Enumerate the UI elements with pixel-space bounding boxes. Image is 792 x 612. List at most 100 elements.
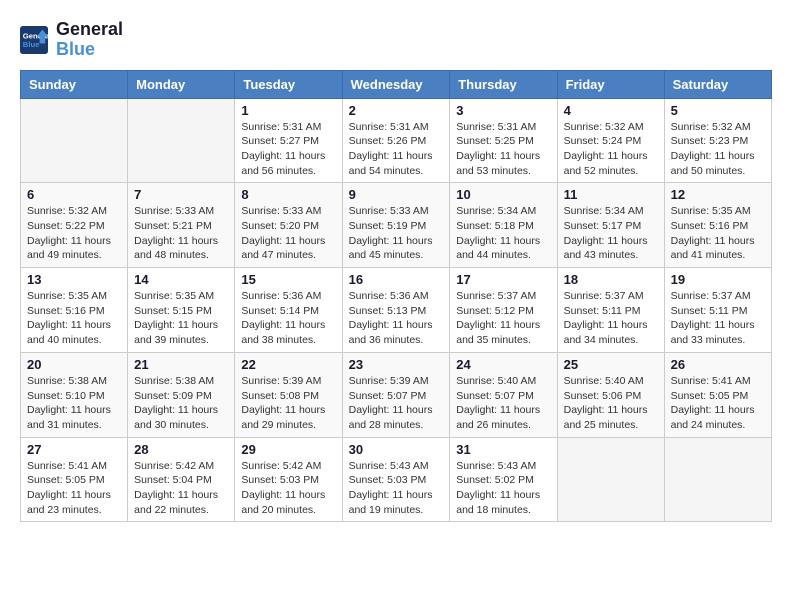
day-number: 19 <box>671 272 765 287</box>
calendar-cell: 22 Sunrise: 5:39 AMSunset: 5:08 PMDayligh… <box>235 352 342 437</box>
calendar-cell: 12 Sunrise: 5:35 AMSunset: 5:16 PMDayligh… <box>664 183 771 268</box>
day-info: Sunrise: 5:31 AMSunset: 5:25 PMDaylight:… <box>456 120 550 179</box>
calendar-cell <box>557 437 664 522</box>
calendar-cell: 6Sunrise: 5:32 AMSunset: 5:22 PMDaylight… <box>21 183 128 268</box>
day-info: Sunrise: 5:31 AMSunset: 5:27 PMDaylight:… <box>241 120 335 179</box>
calendar-cell: 30 Sunrise: 5:43 AMSunset: 5:03 PMDayligh… <box>342 437 450 522</box>
day-number: 20 <box>27 357 121 372</box>
weekday-header-monday: Monday <box>128 70 235 98</box>
page-header: General Blue General Blue <box>20 20 772 60</box>
calendar-cell <box>128 98 235 183</box>
calendar-cell: 3 Sunrise: 5:31 AMSunset: 5:25 PMDaylight… <box>450 98 557 183</box>
day-number: 7 <box>134 187 228 202</box>
calendar-cell <box>21 98 128 183</box>
day-number: 22 <box>241 357 335 372</box>
day-number: 4 <box>564 103 658 118</box>
day-info: Sunrise: 5:32 AMSunset: 5:23 PMDaylight:… <box>671 120 765 179</box>
day-number: 17 <box>456 272 550 287</box>
day-number: 12 <box>671 187 765 202</box>
calendar-cell: 1 Sunrise: 5:31 AMSunset: 5:27 PMDaylight… <box>235 98 342 183</box>
day-info: Sunrise: 5:37 AMSunset: 5:12 PMDaylight:… <box>456 289 550 348</box>
day-info: Sunrise: 5:33 AMSunset: 5:20 PMDaylight:… <box>241 204 335 263</box>
weekday-header-thursday: Thursday <box>450 70 557 98</box>
day-number: 3 <box>456 103 550 118</box>
logo-icon: General Blue <box>20 26 48 54</box>
day-info: Sunrise: 5:43 AMSunset: 5:03 PMDaylight:… <box>349 459 444 518</box>
day-number: 1 <box>241 103 335 118</box>
calendar-cell: 14Sunrise: 5:35 AMSunset: 5:15 PMDayligh… <box>128 268 235 353</box>
svg-text:Blue: Blue <box>23 40 40 49</box>
day-number: 28 <box>134 442 228 457</box>
calendar-week-4: 20 Sunrise: 5:38 AMSunset: 5:10 PMDayligh… <box>21 352 772 437</box>
calendar-header-row: SundayMondayTuesdayWednesdayThursdayFrid… <box>21 70 772 98</box>
day-number: 10 <box>456 187 550 202</box>
day-info: Sunrise: 5:38 AMSunset: 5:10 PMDaylight:… <box>27 374 121 433</box>
calendar-cell: 13Sunrise: 5:35 AMSunset: 5:16 PMDayligh… <box>21 268 128 353</box>
day-info: Sunrise: 5:33 AMSunset: 5:21 PMDaylight:… <box>134 204 228 263</box>
day-number: 16 <box>349 272 444 287</box>
day-number: 11 <box>564 187 658 202</box>
day-number: 13 <box>27 272 121 287</box>
calendar-cell: 20 Sunrise: 5:38 AMSunset: 5:10 PMDayligh… <box>21 352 128 437</box>
weekday-header-wednesday: Wednesday <box>342 70 450 98</box>
day-number: 8 <box>241 187 335 202</box>
day-number: 29 <box>241 442 335 457</box>
day-info: Sunrise: 5:37 AMSunset: 5:11 PMDaylight:… <box>671 289 765 348</box>
day-info: Sunrise: 5:38 AMSunset: 5:09 PMDaylight:… <box>134 374 228 433</box>
day-info: Sunrise: 5:39 AMSunset: 5:08 PMDaylight:… <box>241 374 335 433</box>
calendar-cell <box>664 437 771 522</box>
day-info: Sunrise: 5:33 AMSunset: 5:19 PMDaylight:… <box>349 204 444 263</box>
day-info: Sunrise: 5:35 AMSunset: 5:15 PMDaylight:… <box>134 289 228 348</box>
day-info: Sunrise: 5:42 AMSunset: 5:03 PMDaylight:… <box>241 459 335 518</box>
calendar-cell: 17 Sunrise: 5:37 AMSunset: 5:12 PMDayligh… <box>450 268 557 353</box>
day-info: Sunrise: 5:34 AMSunset: 5:18 PMDaylight:… <box>456 204 550 263</box>
calendar-table: SundayMondayTuesdayWednesdayThursdayFrid… <box>20 70 772 523</box>
day-info: Sunrise: 5:35 AMSunset: 5:16 PMDaylight:… <box>671 204 765 263</box>
day-info: Sunrise: 5:40 AMSunset: 5:06 PMDaylight:… <box>564 374 658 433</box>
day-number: 15 <box>241 272 335 287</box>
day-number: 6 <box>27 187 121 202</box>
day-info: Sunrise: 5:42 AMSunset: 5:04 PMDaylight:… <box>134 459 228 518</box>
weekday-header-tuesday: Tuesday <box>235 70 342 98</box>
day-number: 9 <box>349 187 444 202</box>
day-number: 21 <box>134 357 228 372</box>
calendar-cell: 31Sunrise: 5:43 AMSunset: 5:02 PMDayligh… <box>450 437 557 522</box>
day-number: 26 <box>671 357 765 372</box>
calendar-week-3: 13Sunrise: 5:35 AMSunset: 5:16 PMDayligh… <box>21 268 772 353</box>
day-number: 27 <box>27 442 121 457</box>
day-info: Sunrise: 5:31 AMSunset: 5:26 PMDaylight:… <box>349 120 444 179</box>
calendar-cell: 2Sunrise: 5:31 AMSunset: 5:26 PMDaylight… <box>342 98 450 183</box>
calendar-cell: 23Sunrise: 5:39 AMSunset: 5:07 PMDayligh… <box>342 352 450 437</box>
day-info: Sunrise: 5:34 AMSunset: 5:17 PMDaylight:… <box>564 204 658 263</box>
calendar-cell: 8 Sunrise: 5:33 AMSunset: 5:20 PMDaylight… <box>235 183 342 268</box>
logo: General Blue General Blue <box>20 20 123 60</box>
calendar-week-1: 1 Sunrise: 5:31 AMSunset: 5:27 PMDaylight… <box>21 98 772 183</box>
day-info: Sunrise: 5:41 AMSunset: 5:05 PMDaylight:… <box>27 459 121 518</box>
day-info: Sunrise: 5:37 AMSunset: 5:11 PMDaylight:… <box>564 289 658 348</box>
day-info: Sunrise: 5:32 AMSunset: 5:24 PMDaylight:… <box>564 120 658 179</box>
calendar-week-5: 27 Sunrise: 5:41 AMSunset: 5:05 PMDayligh… <box>21 437 772 522</box>
weekday-header-friday: Friday <box>557 70 664 98</box>
calendar-cell: 27 Sunrise: 5:41 AMSunset: 5:05 PMDayligh… <box>21 437 128 522</box>
day-number: 25 <box>564 357 658 372</box>
calendar-cell: 11 Sunrise: 5:34 AMSunset: 5:17 PMDayligh… <box>557 183 664 268</box>
calendar-cell: 10 Sunrise: 5:34 AMSunset: 5:18 PMDayligh… <box>450 183 557 268</box>
weekday-header-saturday: Saturday <box>664 70 771 98</box>
day-info: Sunrise: 5:36 AMSunset: 5:14 PMDaylight:… <box>241 289 335 348</box>
calendar-cell: 7 Sunrise: 5:33 AMSunset: 5:21 PMDaylight… <box>128 183 235 268</box>
day-number: 24 <box>456 357 550 372</box>
day-number: 30 <box>349 442 444 457</box>
day-info: Sunrise: 5:40 AMSunset: 5:07 PMDaylight:… <box>456 374 550 433</box>
calendar-cell: 18 Sunrise: 5:37 AMSunset: 5:11 PMDayligh… <box>557 268 664 353</box>
day-info: Sunrise: 5:36 AMSunset: 5:13 PMDaylight:… <box>349 289 444 348</box>
day-number: 23 <box>349 357 444 372</box>
calendar-cell: 24 Sunrise: 5:40 AMSunset: 5:07 PMDayligh… <box>450 352 557 437</box>
calendar-cell: 4 Sunrise: 5:32 AMSunset: 5:24 PMDaylight… <box>557 98 664 183</box>
calendar-cell: 15 Sunrise: 5:36 AMSunset: 5:14 PMDayligh… <box>235 268 342 353</box>
calendar-cell: 5Sunrise: 5:32 AMSunset: 5:23 PMDaylight… <box>664 98 771 183</box>
logo-text: General Blue <box>56 20 123 60</box>
day-number: 18 <box>564 272 658 287</box>
calendar-cell: 16 Sunrise: 5:36 AMSunset: 5:13 PMDayligh… <box>342 268 450 353</box>
calendar-cell: 9 Sunrise: 5:33 AMSunset: 5:19 PMDaylight… <box>342 183 450 268</box>
calendar-cell: 28 Sunrise: 5:42 AMSunset: 5:04 PMDayligh… <box>128 437 235 522</box>
